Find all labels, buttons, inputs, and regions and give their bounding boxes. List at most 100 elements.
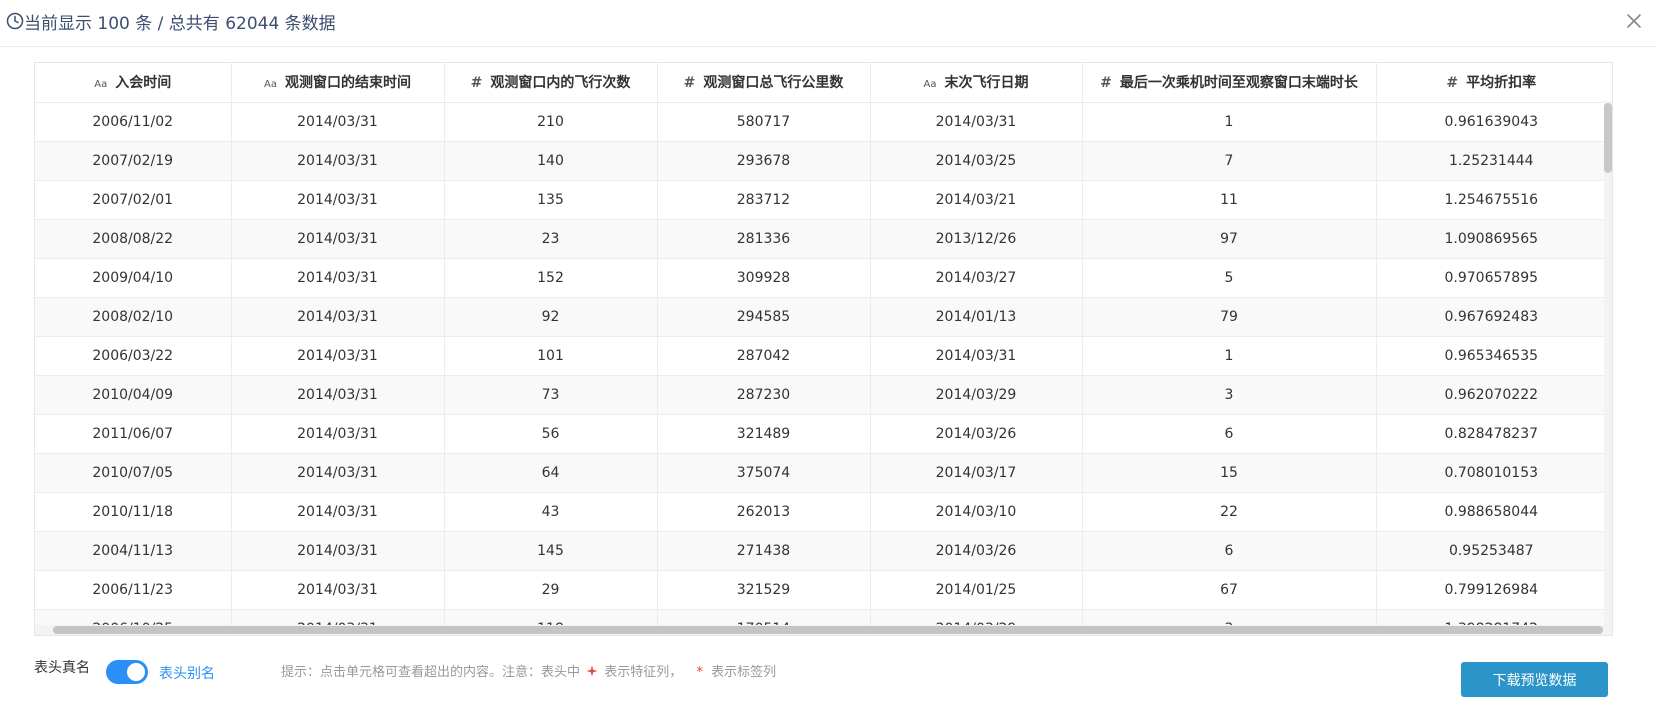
table-cell[interactable]: 2014/03/17 (870, 453, 1083, 493)
table-cell[interactable]: 271438 (657, 531, 871, 571)
column-header[interactable]: # 观测窗口总飞行公里数 (657, 63, 871, 103)
table-cell[interactable]: 287042 (657, 336, 871, 376)
table-cell[interactable]: 43 (444, 492, 658, 532)
table-cell[interactable]: 2007/02/01 (35, 180, 232, 220)
table-cell[interactable]: 1.25231444 (1376, 141, 1606, 181)
table-cell[interactable]: 375074 (657, 453, 871, 493)
table-cell[interactable]: 6 (1082, 414, 1377, 454)
table-cell[interactable]: 2004/11/13 (35, 531, 232, 571)
table-cell[interactable]: 97 (1082, 219, 1377, 259)
table-cell[interactable]: 2014/03/29 (870, 375, 1083, 415)
table-cell[interactable]: 321489 (657, 414, 871, 454)
download-preview-button[interactable]: 下载预览数据 (1461, 662, 1608, 697)
table-cell[interactable]: 22 (1082, 492, 1377, 532)
table-cell[interactable]: 2014/03/31 (231, 219, 445, 259)
table-cell[interactable]: 2013/12/26 (870, 219, 1083, 259)
table-cell[interactable]: 67 (1082, 570, 1377, 610)
table-cell[interactable]: 1 (1082, 102, 1377, 142)
table-cell[interactable]: 2010/07/05 (35, 453, 232, 493)
table-cell[interactable]: 2014/03/31 (231, 141, 445, 181)
column-header[interactable]: # 最后一次乘机时间至观察窗口末端时长 (1082, 63, 1377, 103)
table-cell[interactable]: 5 (1082, 258, 1377, 298)
column-header[interactable]: # 观测窗口内的飞行次数 (444, 63, 658, 103)
table-cell[interactable]: 2014/03/27 (870, 258, 1083, 298)
table-cell[interactable]: 262013 (657, 492, 871, 532)
table-cell[interactable]: 2014/03/26 (870, 414, 1083, 454)
table-cell[interactable]: 2006/03/22 (35, 336, 232, 376)
table-cell[interactable]: 2006/11/23 (35, 570, 232, 610)
table-cell[interactable]: 2014/03/31 (231, 336, 445, 376)
table-cell[interactable]: 152 (444, 258, 658, 298)
table-cell[interactable]: 0.967692483 (1376, 297, 1606, 337)
table-cell[interactable]: 145 (444, 531, 658, 571)
table-cell[interactable]: 56 (444, 414, 658, 454)
table-cell[interactable]: 0.95253487 (1376, 531, 1606, 571)
table-cell[interactable]: 2014/01/25 (870, 570, 1083, 610)
table-cell[interactable]: 2014/03/21 (870, 180, 1083, 220)
table-cell[interactable]: 283712 (657, 180, 871, 220)
table-cell[interactable]: 2009/04/10 (35, 258, 232, 298)
table-cell[interactable]: 2014/03/31 (231, 375, 445, 415)
table-cell[interactable]: 2014/03/31 (231, 297, 445, 337)
table-cell[interactable]: 2014/03/31 (870, 336, 1083, 376)
vertical-scrollbar-thumb[interactable] (1604, 103, 1612, 173)
table-cell[interactable]: 2014/03/31 (231, 570, 445, 610)
table-cell[interactable]: 210 (444, 102, 658, 142)
table-cell[interactable]: 2008/08/22 (35, 219, 232, 259)
table-cell[interactable]: 1 (1082, 336, 1377, 376)
table-cell[interactable]: 2008/02/10 (35, 297, 232, 337)
table-cell[interactable]: 2014/01/13 (870, 297, 1083, 337)
table-cell[interactable]: 2014/03/31 (231, 102, 445, 142)
table-cell[interactable]: 2010/11/18 (35, 492, 232, 532)
table-cell[interactable]: 2014/03/31 (231, 492, 445, 532)
table-cell[interactable]: 6 (1082, 531, 1377, 571)
table-cell[interactable]: 73 (444, 375, 658, 415)
table-cell[interactable]: 0.828478237 (1376, 414, 1606, 454)
table-cell[interactable]: 2014/03/26 (870, 531, 1083, 571)
column-header[interactable]: Aa 入会时间 (35, 63, 232, 103)
table-cell[interactable]: 293678 (657, 141, 871, 181)
table-cell[interactable]: 0.799126984 (1376, 570, 1606, 610)
table-cell[interactable]: 2011/06/07 (35, 414, 232, 454)
table-cell[interactable]: 23 (444, 219, 658, 259)
table-cell[interactable]: 2014/03/31 (231, 453, 445, 493)
table-cell[interactable]: 0.965346535 (1376, 336, 1606, 376)
table-cell[interactable]: 2014/03/31 (870, 102, 1083, 142)
table-cell[interactable]: 29 (444, 570, 658, 610)
table-cell[interactable]: 135 (444, 180, 658, 220)
table-cell[interactable]: 79 (1082, 297, 1377, 337)
table-cell[interactable]: 287230 (657, 375, 871, 415)
table-cell[interactable]: 15 (1082, 453, 1377, 493)
table-cell[interactable]: 1.090869565 (1376, 219, 1606, 259)
table-cell[interactable]: 140 (444, 141, 658, 181)
table-cell[interactable]: 64 (444, 453, 658, 493)
table-cell[interactable]: 11 (1082, 180, 1377, 220)
table-cell[interactable]: 0.708010153 (1376, 453, 1606, 493)
table-cell[interactable]: 281336 (657, 219, 871, 259)
table-cell[interactable]: 0.962070222 (1376, 375, 1606, 415)
table-cell[interactable]: 2014/03/31 (231, 414, 445, 454)
table-cell[interactable]: 2007/02/19 (35, 141, 232, 181)
table-cell[interactable]: 2006/11/02 (35, 102, 232, 142)
table-cell[interactable]: 92 (444, 297, 658, 337)
table-cell[interactable]: 580717 (657, 102, 871, 142)
column-header[interactable]: # 平均折扣率 (1376, 63, 1606, 103)
column-header[interactable]: Aa 末次飞行日期 (870, 63, 1083, 103)
table-cell[interactable]: 309928 (657, 258, 871, 298)
table-cell[interactable]: 2014/03/25 (870, 141, 1083, 181)
table-cell[interactable]: 0.970657895 (1376, 258, 1606, 298)
close-icon[interactable] (1625, 12, 1643, 30)
table-cell[interactable]: 294585 (657, 297, 871, 337)
header-name-toggle[interactable] (106, 660, 148, 684)
column-header[interactable]: Aa 观测窗口的结束时间 (231, 63, 445, 103)
table-cell[interactable]: 2010/04/09 (35, 375, 232, 415)
table-cell[interactable]: 101 (444, 336, 658, 376)
table-cell[interactable]: 321529 (657, 570, 871, 610)
table-cell[interactable]: 0.961639043 (1376, 102, 1606, 142)
table-cell[interactable]: 2014/03/31 (231, 180, 445, 220)
table-cell[interactable]: 0.988658044 (1376, 492, 1606, 532)
table-cell[interactable]: 2014/03/31 (231, 258, 445, 298)
table-cell[interactable]: 2014/03/10 (870, 492, 1083, 532)
horizontal-scrollbar-thumb[interactable] (53, 626, 1603, 634)
table-cell[interactable]: 1.254675516 (1376, 180, 1606, 220)
